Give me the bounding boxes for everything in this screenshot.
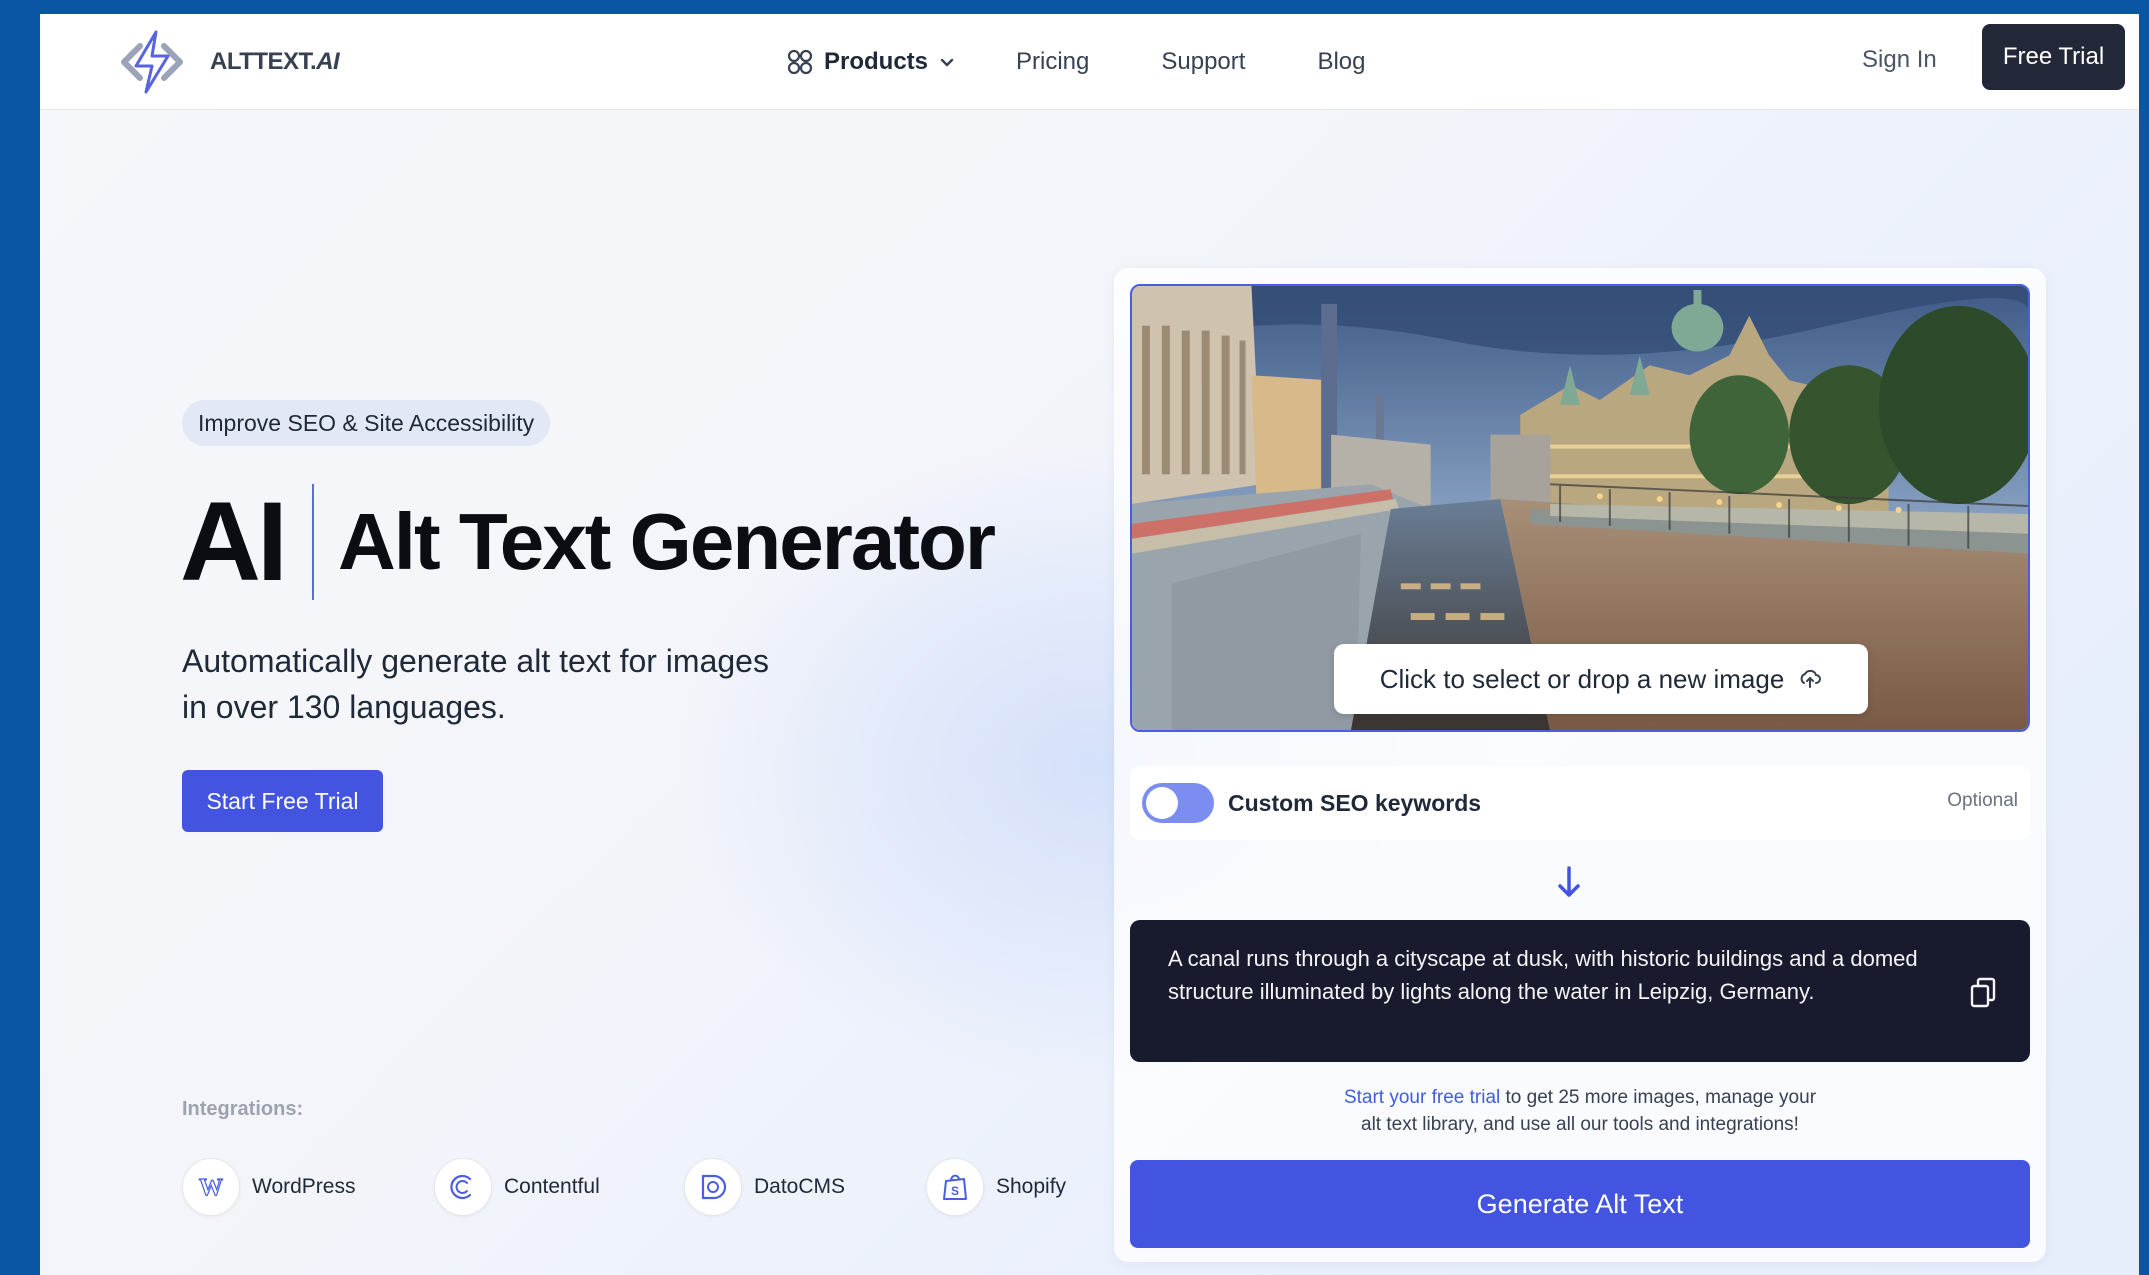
integration-label: WordPress <box>252 1175 356 1198</box>
svg-text:S: S <box>951 1184 959 1198</box>
logo-wordmark: ALTTEXT.AI <box>210 48 340 76</box>
integration-label: DatoCMS <box>754 1175 846 1198</box>
upload-icon <box>1800 669 1822 688</box>
integration-datocms[interactable]: DatoCMS <box>684 1158 926 1216</box>
datocms-icon <box>684 1158 742 1216</box>
wordpress-icon: W <box>182 1158 240 1216</box>
copy-icon[interactable] <box>1968 976 1998 1010</box>
nav-links: Products Pricing Support Blog <box>786 14 1365 110</box>
toggle-knob <box>1146 787 1178 819</box>
grid-icon <box>787 49 813 75</box>
integration-shopify[interactable]: S Shopify <box>926 1158 1066 1216</box>
logo-wordmark-ai: AI <box>316 48 340 75</box>
integration-label: Shopify <box>996 1175 1067 1198</box>
alt-text-output: A canal runs through a cityscape at dusk… <box>1168 946 1918 1004</box>
shopify-icon: S <box>926 1158 984 1216</box>
logo-bolt-icon <box>121 30 183 94</box>
start-trial-link[interactable]: Start your free trial <box>1344 1087 1500 1108</box>
contentful-icon <box>434 1158 492 1216</box>
start-free-trial-button[interactable]: Start Free Trial <box>182 770 383 832</box>
trial-promo-text: Start your free trial to get 25 more ima… <box>1130 1084 2030 1138</box>
hero-subtitle-line1: Automatically generate alt text for imag… <box>182 643 769 679</box>
select-image-label: Click to select or drop a new image <box>1379 663 1785 694</box>
nav-support-link[interactable]: Support <box>1161 48 1245 76</box>
integrations-label: Integrations: <box>182 1098 304 1120</box>
integration-contentful[interactable]: Contentful <box>434 1158 684 1216</box>
image-dropzone[interactable]: Click to select or drop a new image <box>1130 284 2030 732</box>
generate-alt-text-button[interactable]: Generate Alt Text <box>1130 1160 2030 1248</box>
svg-text:W: W <box>199 1175 223 1201</box>
page-title: AI Alt Text Generator <box>180 479 996 604</box>
promo-line1-rest: to get 25 more images, manage your <box>1500 1087 1817 1108</box>
free-trial-button[interactable]: Free Trial <box>1982 24 2125 90</box>
nav-pricing-link[interactable]: Pricing <box>1016 48 1089 76</box>
hero-badge: Improve SEO & Site Accessibility <box>182 400 551 446</box>
nav-products-label: Products <box>824 48 929 75</box>
integration-label: Contentful <box>504 1175 600 1198</box>
integrations-list: W WordPress Contentful DatoCMS S Shopify <box>182 1158 1066 1216</box>
browser-viewport: ALTTEXT.AI Products Pricing Support Blog… <box>40 14 2139 1275</box>
hero-subtitle: Automatically generate alt text for imag… <box>182 638 882 730</box>
integration-wordpress[interactable]: W WordPress <box>182 1158 434 1216</box>
nav-blog-link[interactable]: Blog <box>1317 48 1365 76</box>
hero-subtitle-line2: in over 130 languages. <box>182 689 506 725</box>
promo-line2: alt text library, and use all our tools … <box>1361 1114 1799 1135</box>
alt-text-result: A canal runs through a cityscape at dusk… <box>1130 920 2030 1062</box>
seo-keywords-label: Custom SEO keywords <box>1228 789 1482 816</box>
promo-line1: Start your free trial to get 25 more ima… <box>1130 1084 2030 1111</box>
generator-card: Click to select or drop a new image Cust… <box>1114 268 2046 1262</box>
arrow-down-icon <box>1558 866 1580 897</box>
page-title-ai: AI <box>180 479 288 604</box>
seo-keywords-toggle[interactable] <box>1142 783 1214 823</box>
page-title-main: Alt Text Generator <box>338 497 996 586</box>
optional-label: Optional <box>1947 790 2018 811</box>
title-divider <box>312 484 314 600</box>
select-image-button[interactable]: Click to select or drop a new image <box>1334 644 1868 714</box>
sign-in-link[interactable]: Sign In <box>1862 46 1937 74</box>
logo-link[interactable]: ALTTEXT.AI <box>104 24 340 100</box>
chevron-down-icon <box>940 58 954 67</box>
top-navbar: ALTTEXT.AI Products Pricing Support Blog… <box>40 14 2139 110</box>
logo-wordmark-main: ALTTEXT. <box>210 48 317 75</box>
nav-products-menu[interactable]: Products <box>786 48 956 76</box>
seo-keywords-row: Custom SEO keywords Optional <box>1130 766 2030 840</box>
